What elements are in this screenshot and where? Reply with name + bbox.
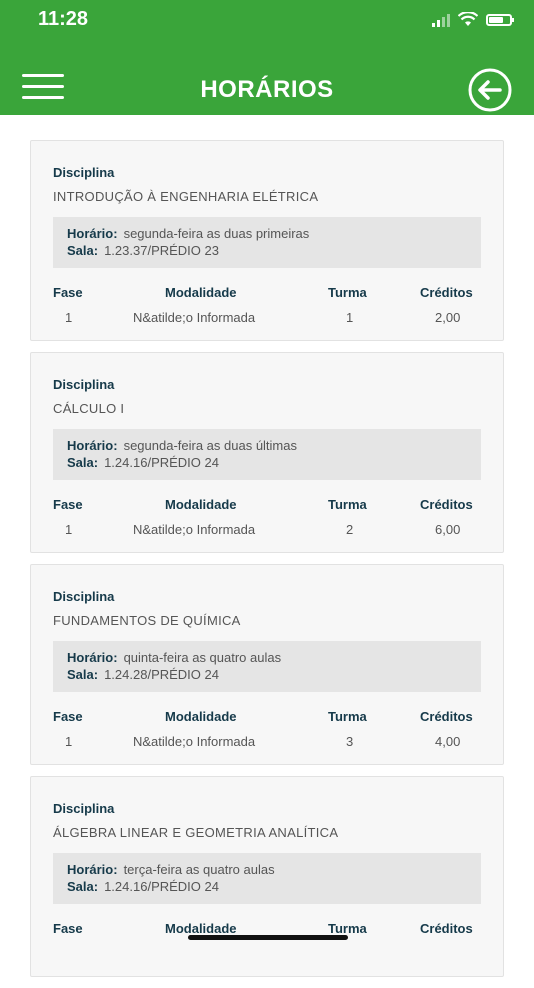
room-label: Sala: <box>67 455 99 470</box>
header-creditos: Créditos <box>420 921 473 936</box>
room-value: 1.23.37/PRÉDIO 23 <box>104 243 219 258</box>
creditos-value: 6,00 <box>435 522 461 537</box>
turma-value: 3 <box>346 734 354 749</box>
discipline-label: Disciplina <box>53 377 115 392</box>
room-label: Sala: <box>67 243 99 258</box>
discipline-name: INTRODUÇÃO À ENGENHARIA ELÉTRICA <box>53 189 319 204</box>
header-turma: Turma <box>328 709 367 724</box>
schedule-box: Horário: segunda-feira as duas primeiras … <box>53 217 481 268</box>
header-creditos: Créditos <box>420 285 473 300</box>
schedule-label: Horário: <box>67 650 118 665</box>
schedule-value: quinta-feira as quatro aulas <box>123 650 282 665</box>
fase-value: 1 <box>65 734 73 749</box>
schedule-value: terça-feira as quatro aulas <box>123 862 275 877</box>
app-header: 11:28 HORÁRIOS <box>0 0 534 115</box>
schedule-box: Horário: terça-feira as quatro aulas Sala… <box>53 853 481 904</box>
header-creditos: Créditos <box>420 497 473 512</box>
header-fase: Fase <box>53 921 83 936</box>
schedule-box: Horário: segunda-feira as duas últimas Sa… <box>53 429 481 480</box>
room-value: 1.24.16/PRÉDIO 24 <box>104 455 219 470</box>
schedule-box: Horário: quinta-feira as quatro aulas Sal… <box>53 641 481 692</box>
creditos-value: 2,00 <box>435 310 461 325</box>
back-button[interactable] <box>467 67 513 113</box>
signal-icon <box>432 13 450 27</box>
room-label: Sala: <box>67 879 99 894</box>
discipline-label: Disciplina <box>53 165 115 180</box>
header-fase: Fase <box>53 709 83 724</box>
fase-value: 1 <box>65 522 73 537</box>
discipline-label: Disciplina <box>53 801 115 816</box>
discipline-label: Disciplina <box>53 589 115 604</box>
schedule-label: Horário: <box>67 226 118 241</box>
modalidade-value: N&atilde;o Informada <box>133 734 256 749</box>
status-time: 11:28 <box>38 8 89 30</box>
course-card: Disciplina CÁLCULO I Horário: segunda-fei… <box>30 352 504 553</box>
fase-value: 1 <box>65 310 73 325</box>
header-turma: Turma <box>328 497 367 512</box>
course-card: Disciplina INTRODUÇÃO À ENGENHARIA ELÉTR… <box>30 140 504 341</box>
creditos-value: 4,00 <box>435 734 461 749</box>
header-modalidade: Modalidade <box>165 709 237 724</box>
schedule-value: segunda-feira as duas últimas <box>123 438 297 453</box>
course-list: Disciplina INTRODUÇÃO À ENGENHARIA ELÉTR… <box>30 140 504 988</box>
page-title: HORÁRIOS <box>200 76 334 103</box>
header-fase: Fase <box>53 285 83 300</box>
modalidade-value: N&atilde;o Informada <box>133 522 256 537</box>
header-fase: Fase <box>53 497 83 512</box>
status-icons <box>432 12 514 27</box>
discipline-name: ÁLGEBRA LINEAR E GEOMETRIA ANALÍTICA <box>53 825 339 840</box>
wifi-icon <box>458 12 478 26</box>
room-value: 1.24.28/PRÉDIO 24 <box>104 667 219 682</box>
room-value: 1.24.16/PRÉDIO 24 <box>104 879 219 894</box>
discipline-name: FUNDAMENTOS DE QUÍMICA <box>53 613 241 628</box>
header-creditos: Créditos <box>420 709 473 724</box>
header-modalidade: Modalidade <box>165 921 237 936</box>
header-turma: Turma <box>328 285 367 300</box>
header-modalidade: Modalidade <box>165 285 237 300</box>
schedule-label: Horário: <box>67 438 118 453</box>
discipline-name: CÁLCULO I <box>53 401 125 416</box>
room-label: Sala: <box>67 667 99 682</box>
turma-value: 1 <box>346 310 354 325</box>
schedule-label: Horário: <box>67 862 118 877</box>
home-indicator[interactable] <box>188 935 348 940</box>
header-modalidade: Modalidade <box>165 497 237 512</box>
battery-icon <box>486 13 514 26</box>
modalidade-value: N&atilde;o Informada <box>133 310 256 325</box>
turma-value: 2 <box>346 522 354 537</box>
course-card: Disciplina FUNDAMENTOS DE QUÍMICA Horári… <box>30 564 504 765</box>
schedule-value: segunda-feira as duas primeiras <box>123 226 310 241</box>
header-turma: Turma <box>328 921 367 936</box>
course-card: Disciplina ÁLGEBRA LINEAR E GEOMETRIA AN… <box>30 776 504 977</box>
